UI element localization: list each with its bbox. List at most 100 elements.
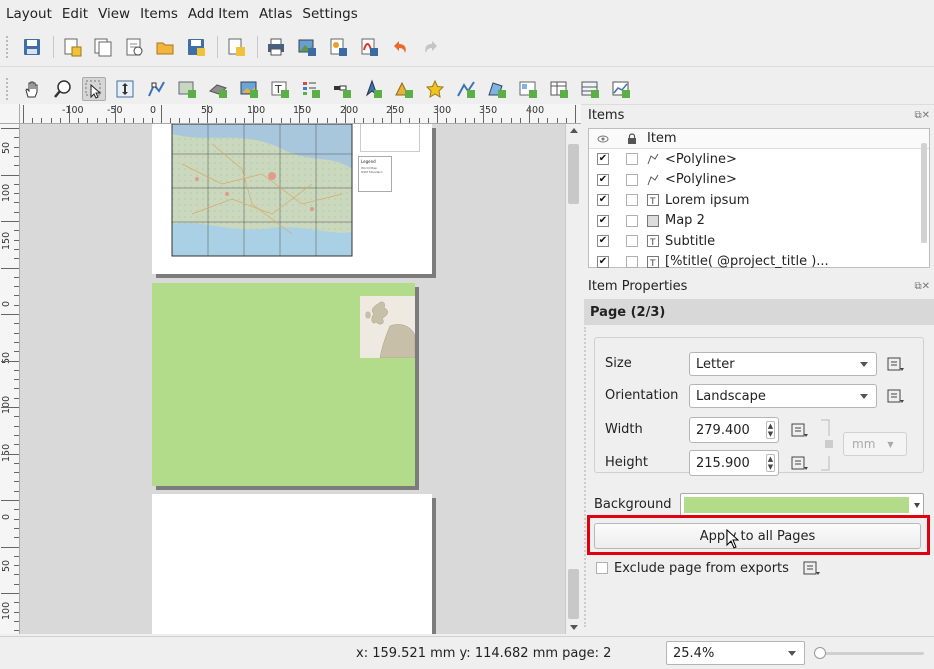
layout-page-2[interactable]	[152, 283, 415, 486]
height-spinbox[interactable]: 215.900 ▲ ▼	[689, 450, 779, 476]
new-layout-icon[interactable]	[60, 35, 84, 59]
menu-settings[interactable]: Settings	[302, 6, 357, 22]
panel-float-close-icon[interactable]: ⧉✕	[914, 281, 930, 292]
size-combo[interactable]: Letter	[689, 352, 877, 376]
lock-checkbox[interactable]	[626, 214, 638, 227]
overview-map-item[interactable]	[360, 296, 415, 358]
zoom-icon[interactable]	[51, 77, 75, 101]
visibility-checkbox[interactable]: ✔	[597, 255, 609, 268]
toolbar-grip[interactable]	[6, 36, 12, 58]
panel-float-close-icon[interactable]: ⧉✕	[914, 110, 930, 121]
items-list-scrollbar[interactable]	[919, 129, 929, 267]
item-column-header[interactable]: Item	[647, 131, 677, 146]
scroll-up-icon[interactable]	[570, 128, 578, 133]
lock-checkbox[interactable]	[626, 235, 638, 248]
lock-checkbox[interactable]	[626, 194, 638, 207]
spin-arrows-icon[interactable]: ▲ ▼	[766, 421, 775, 439]
visibility-checkbox[interactable]: ✔	[597, 214, 609, 227]
save-icon[interactable]	[20, 35, 44, 59]
menu-edit[interactable]: Edit	[62, 6, 88, 22]
add-map-icon[interactable]	[175, 77, 199, 101]
export-image-icon[interactable]	[295, 35, 319, 59]
data-defined-override-icon[interactable]	[791, 422, 809, 438]
unit-combo[interactable]: mm ▼	[843, 432, 907, 456]
print-icon[interactable]	[264, 35, 288, 59]
items-list-row[interactable]: ✔ T [%title( @project_title )...	[589, 252, 929, 273]
horizontal-ruler[interactable]: -100 -50 0 50 100 150 200 250 300 350 40…	[20, 104, 581, 124]
edit-nodes-icon[interactable]	[144, 77, 168, 101]
layout-canvas[interactable]: -100 -50 0 50 100 150 200 250 300 350 40…	[0, 104, 581, 634]
menu-items[interactable]: Items	[140, 6, 178, 22]
export-svg-icon[interactable]	[326, 35, 350, 59]
visibility-checkbox[interactable]: ✔	[597, 235, 609, 248]
add-polygon-icon[interactable]	[485, 77, 509, 101]
items-list-row[interactable]: ✔ Map 2	[589, 211, 929, 232]
pan-icon[interactable]	[20, 77, 44, 101]
add-shape-icon[interactable]	[392, 77, 416, 101]
data-defined-override-icon[interactable]	[803, 560, 821, 576]
toolbar-grip[interactable]	[6, 78, 12, 100]
add-pages-icon[interactable]	[224, 35, 248, 59]
exclude-page-row[interactable]: Exclude page from exports	[596, 557, 821, 579]
legend-item[interactable]: Legend World Map OSM Standard	[358, 156, 392, 192]
visibility-checkbox[interactable]: ✔	[597, 173, 609, 186]
layout-manager-icon[interactable]	[122, 35, 146, 59]
add-label-icon[interactable]: T	[268, 77, 292, 101]
add-polyline-icon[interactable]	[454, 77, 478, 101]
splitter-handle[interactable]	[584, 327, 588, 627]
visibility-checkbox[interactable]: ✔	[597, 153, 609, 166]
data-defined-override-icon[interactable]	[791, 455, 809, 471]
visibility-column-icon[interactable]	[589, 134, 617, 144]
exclude-page-checkbox[interactable]	[596, 562, 608, 574]
add-marker-icon[interactable]	[423, 77, 447, 101]
menu-add-item[interactable]: Add Item	[188, 6, 249, 22]
data-defined-override-icon[interactable]	[887, 356, 905, 372]
zoom-slider[interactable]	[814, 647, 924, 659]
add-chart-icon[interactable]	[609, 77, 633, 101]
lock-checkbox[interactable]	[626, 255, 638, 268]
add-html-icon[interactable]	[516, 77, 540, 101]
add-3d-map-icon[interactable]	[206, 77, 230, 101]
scroll-thumb[interactable]	[568, 144, 579, 204]
layout-page-1[interactable]: Legend World Map OSM Standard	[152, 124, 432, 274]
layout-page-3[interactable]	[152, 494, 432, 634]
vertical-ruler[interactable]: 50 100 150 0 50 100 150 0 50 100	[0, 124, 20, 634]
items-list-row[interactable]: ✔ <Polyline>	[589, 149, 929, 170]
items-list-row[interactable]: ✔ T Subtitle	[589, 231, 929, 252]
select-icon[interactable]	[82, 77, 106, 101]
add-scalebar-icon[interactable]	[330, 77, 354, 101]
menu-layout[interactable]: Layout	[6, 6, 52, 22]
lock-checkbox[interactable]	[626, 153, 638, 166]
add-attribute-table-icon[interactable]	[547, 77, 571, 101]
lock-column-icon[interactable]	[617, 133, 647, 145]
lock-ratio-icon[interactable]	[817, 418, 837, 474]
orientation-combo[interactable]: Landscape	[689, 384, 877, 408]
open-template-icon[interactable]	[153, 35, 177, 59]
undo-icon[interactable]	[388, 35, 412, 59]
lock-checkbox[interactable]	[626, 173, 638, 186]
scroll-thumb[interactable]	[568, 569, 579, 619]
save-template-icon[interactable]	[184, 35, 208, 59]
background-color-button[interactable]	[680, 493, 924, 517]
scroll-down-icon[interactable]	[570, 625, 578, 630]
menu-atlas[interactable]: Atlas	[259, 6, 292, 22]
width-spinbox[interactable]: 279.400 ▲ ▼	[689, 417, 779, 443]
items-list-row[interactable]: ✔ <Polyline>	[589, 170, 929, 191]
zoom-combo[interactable]: 25.4%	[666, 641, 805, 665]
page-1-title-box[interactable]	[360, 124, 420, 152]
canvas-vertical-scrollbar[interactable]	[565, 124, 581, 634]
add-north-arrow-icon[interactable]	[361, 77, 385, 101]
duplicate-layout-icon[interactable]	[91, 35, 115, 59]
move-content-icon[interactable]	[113, 77, 137, 101]
spin-arrows-icon[interactable]: ▲ ▼	[766, 454, 775, 472]
add-legend-icon[interactable]	[299, 77, 323, 101]
menu-view[interactable]: View	[98, 6, 130, 22]
add-fixed-table-icon[interactable]	[578, 77, 602, 101]
items-list-row[interactable]: ✔ T Lorem ipsum	[589, 190, 929, 211]
zoom-slider-handle[interactable]	[814, 647, 826, 659]
data-defined-override-icon[interactable]	[887, 388, 905, 404]
export-pdf-icon[interactable]	[357, 35, 381, 59]
redo-icon[interactable]	[419, 35, 443, 59]
visibility-checkbox[interactable]: ✔	[597, 194, 609, 207]
items-list[interactable]: Item ✔ <Polyline> ✔ <Polyline> ✔ T Lorem ipsum…	[588, 128, 930, 269]
